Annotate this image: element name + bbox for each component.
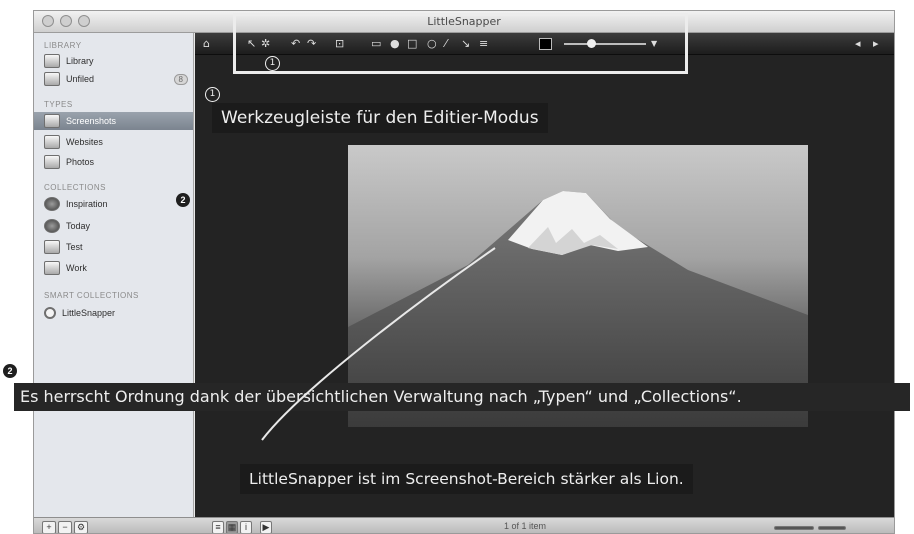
website-icon: [44, 135, 60, 149]
collection-icon: [44, 240, 60, 254]
next-icon[interactable]: ▸: [873, 38, 879, 50]
sidebar-heading-collections: Collections: [44, 183, 106, 192]
sidebar-item-label: LittleSnapper: [62, 308, 116, 318]
sidebar: Library Library Unfiled 8 Types Screensh…: [34, 33, 194, 517]
grid-view-icon[interactable]: ▦: [226, 521, 238, 533]
globe-icon: [44, 219, 60, 233]
zoom-slider[interactable]: [774, 526, 814, 530]
size-slider[interactable]: [818, 526, 846, 530]
sidebar-item-screenshots[interactable]: Screenshots: [34, 112, 193, 130]
inbox-icon: [44, 72, 60, 86]
sidebar-item-today[interactable]: Today: [44, 217, 192, 235]
sidebar-item-littlesnapper[interactable]: LittleSnapper: [44, 304, 192, 322]
magnifier-icon: [44, 307, 56, 319]
unfiled-count-badge: 8: [173, 73, 188, 85]
sidebar-item-label: Photos: [66, 157, 95, 167]
sidebar-heading-smart-collections: Smart Collections: [44, 291, 139, 300]
bottom-bar: + − ⚙ ≡ ▦ i ▶ 1 of 1 item: [34, 517, 894, 533]
photo-icon: [44, 155, 60, 169]
toolbar-marker-number: 1: [265, 56, 280, 71]
sidebar-item-label: Inspiration: [66, 199, 108, 209]
info-icon[interactable]: i: [240, 521, 252, 533]
app-window: LittleSnapper Library Library Unfiled 8 …: [33, 10, 895, 534]
gear-icon[interactable]: ⚙: [74, 521, 88, 533]
caption-screenshot: LittleSnapper ist im Screenshot-Bereich …: [240, 464, 693, 494]
sidebar-item-label: Library: [66, 56, 94, 66]
play-icon[interactable]: ▶: [260, 521, 272, 533]
sidebar-item-photos[interactable]: Photos: [44, 153, 192, 171]
toolbar-highlight-frame: [233, 13, 688, 74]
caption-marker-number: 1: [205, 87, 220, 102]
globe-icon: [44, 197, 60, 211]
item-count-status: 1 of 1 item: [504, 521, 547, 531]
sidebar-item-unfiled[interactable]: Unfiled 8: [44, 70, 192, 88]
list-view-icon[interactable]: ≡: [212, 521, 224, 533]
sidebar-item-websites[interactable]: Websites: [44, 133, 192, 151]
library-icon: [44, 54, 60, 68]
prev-icon[interactable]: ◂: [855, 38, 861, 50]
caption-sidebar: Es herrscht Ordnung dank der übersichtli…: [14, 383, 910, 411]
sidebar-item-inspiration[interactable]: Inspiration: [44, 195, 192, 213]
collection-icon: [44, 261, 60, 275]
sidebar-item-work[interactable]: Work: [44, 259, 192, 277]
sidebar-item-library[interactable]: Library: [44, 52, 192, 70]
sidebar-item-label: Today: [66, 221, 91, 231]
sidebar-item-label: Unfiled: [66, 74, 95, 84]
remove-button[interactable]: −: [58, 521, 72, 533]
home-icon[interactable]: ⌂: [203, 38, 210, 50]
sidebar-heading-library: Library: [44, 41, 82, 50]
sidebar-item-label: Test: [66, 242, 83, 252]
sidebar-heading-types: Types: [44, 100, 73, 109]
sidebar-item-label: Work: [66, 263, 87, 273]
screenshot-icon: [44, 114, 60, 128]
marker-2-left: 2: [3, 364, 17, 378]
caption-toolbar: Werkzeugleiste für den Editier-Modus: [212, 103, 548, 133]
sidebar-item-test[interactable]: Test: [44, 238, 192, 256]
marker-2-sidebar: 2: [176, 193, 190, 207]
add-button[interactable]: +: [42, 521, 56, 533]
sidebar-item-label: Screenshots: [66, 116, 117, 126]
sidebar-item-label: Websites: [66, 137, 103, 147]
